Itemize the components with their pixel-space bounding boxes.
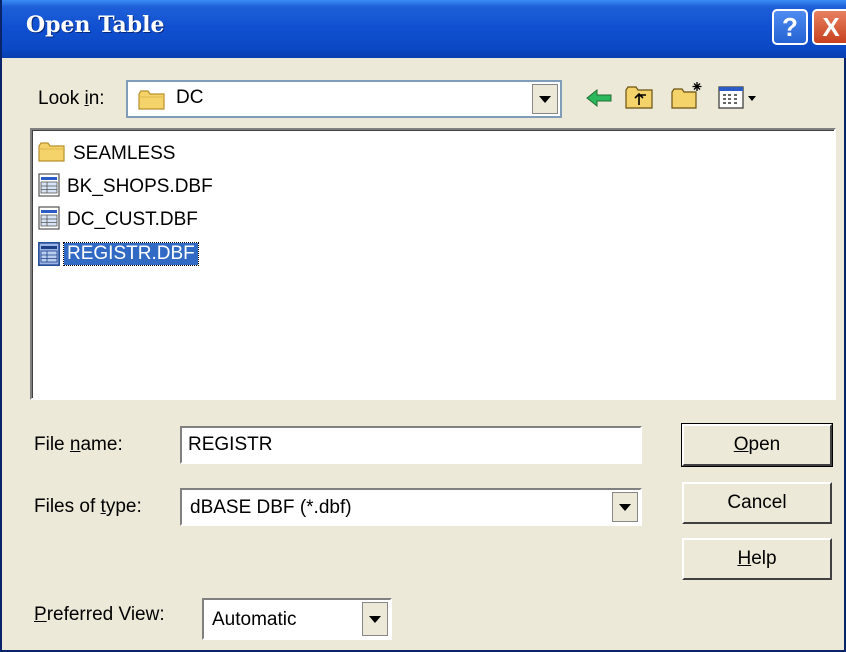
up-folder-icon[interactable] [624, 84, 654, 117]
file-name-label: SEAMLESS [73, 143, 176, 164]
file-name-label: REGISTR.DBF [63, 242, 199, 266]
file-name-label: BK_SHOPS.DBF [67, 176, 213, 197]
files-of-type-dropdown[interactable]: dBASE DBF (*.dbf) [180, 488, 642, 526]
table-file-icon [38, 172, 60, 202]
files-of-type-dropdown-arrow[interactable] [612, 492, 638, 522]
file-name-label: DC_CUST.DBF [67, 209, 198, 230]
table-file-icon [38, 242, 60, 266]
title-help-button[interactable]: ? [772, 9, 808, 45]
close-icon: X [822, 11, 840, 42]
list-item-selected[interactable]: REGISTR.DBF [38, 240, 199, 268]
files-of-type-value: dBASE DBF (*.dbf) [190, 497, 352, 518]
back-arrow-icon[interactable] [585, 86, 615, 115]
cancel-button-label: Cancel [727, 492, 787, 513]
look-in-label: Look in: [38, 88, 105, 109]
preferred-view-dropdown[interactable]: Automatic [202, 598, 392, 640]
open-table-dialog: Open Table ? X Look in: DC SEAMLESS BK_S… [0, 0, 846, 652]
list-item[interactable]: BK_SHOPS.DBF [38, 172, 216, 202]
list-item[interactable]: SEAMLESS [38, 140, 178, 168]
look-in-dropdown-arrow[interactable] [532, 84, 558, 114]
list-item[interactable]: DC_CUST.DBF [38, 205, 201, 235]
open-button-label: Open [733, 434, 781, 455]
preferred-view-value: Automatic [212, 609, 297, 630]
preferred-view-label: Preferred View: [34, 604, 165, 625]
file-list[interactable]: SEAMLESS BK_SHOPS.DBF DC_CUST.DBF REGIST… [30, 128, 836, 400]
view-menu-icon[interactable] [718, 86, 766, 115]
file-name-input[interactable]: REGISTR [180, 426, 642, 464]
chevron-down-icon [539, 95, 551, 103]
dialog-title: Open Table [26, 12, 165, 38]
look-in-dropdown[interactable]: DC [126, 80, 562, 118]
title-bar[interactable]: Open Table ? X [2, 0, 846, 58]
cancel-button[interactable]: Cancel [682, 482, 832, 524]
table-file-icon [38, 205, 60, 235]
help-button-label: Help [737, 548, 777, 569]
file-name-field-label: File name: [34, 434, 123, 455]
look-in-value: DC [176, 87, 204, 108]
chevron-down-icon [369, 615, 381, 623]
folder-icon [38, 141, 66, 168]
new-folder-icon[interactable] [670, 80, 704, 117]
files-of-type-label: Files of type: [34, 496, 142, 517]
help-button[interactable]: Help [682, 538, 832, 580]
open-button[interactable]: Open [681, 423, 833, 467]
folder-icon [138, 89, 166, 116]
help-icon: ? [782, 11, 798, 42]
chevron-down-icon [619, 503, 631, 511]
preferred-view-dropdown-arrow[interactable] [362, 602, 388, 636]
title-close-button[interactable]: X [812, 9, 846, 45]
